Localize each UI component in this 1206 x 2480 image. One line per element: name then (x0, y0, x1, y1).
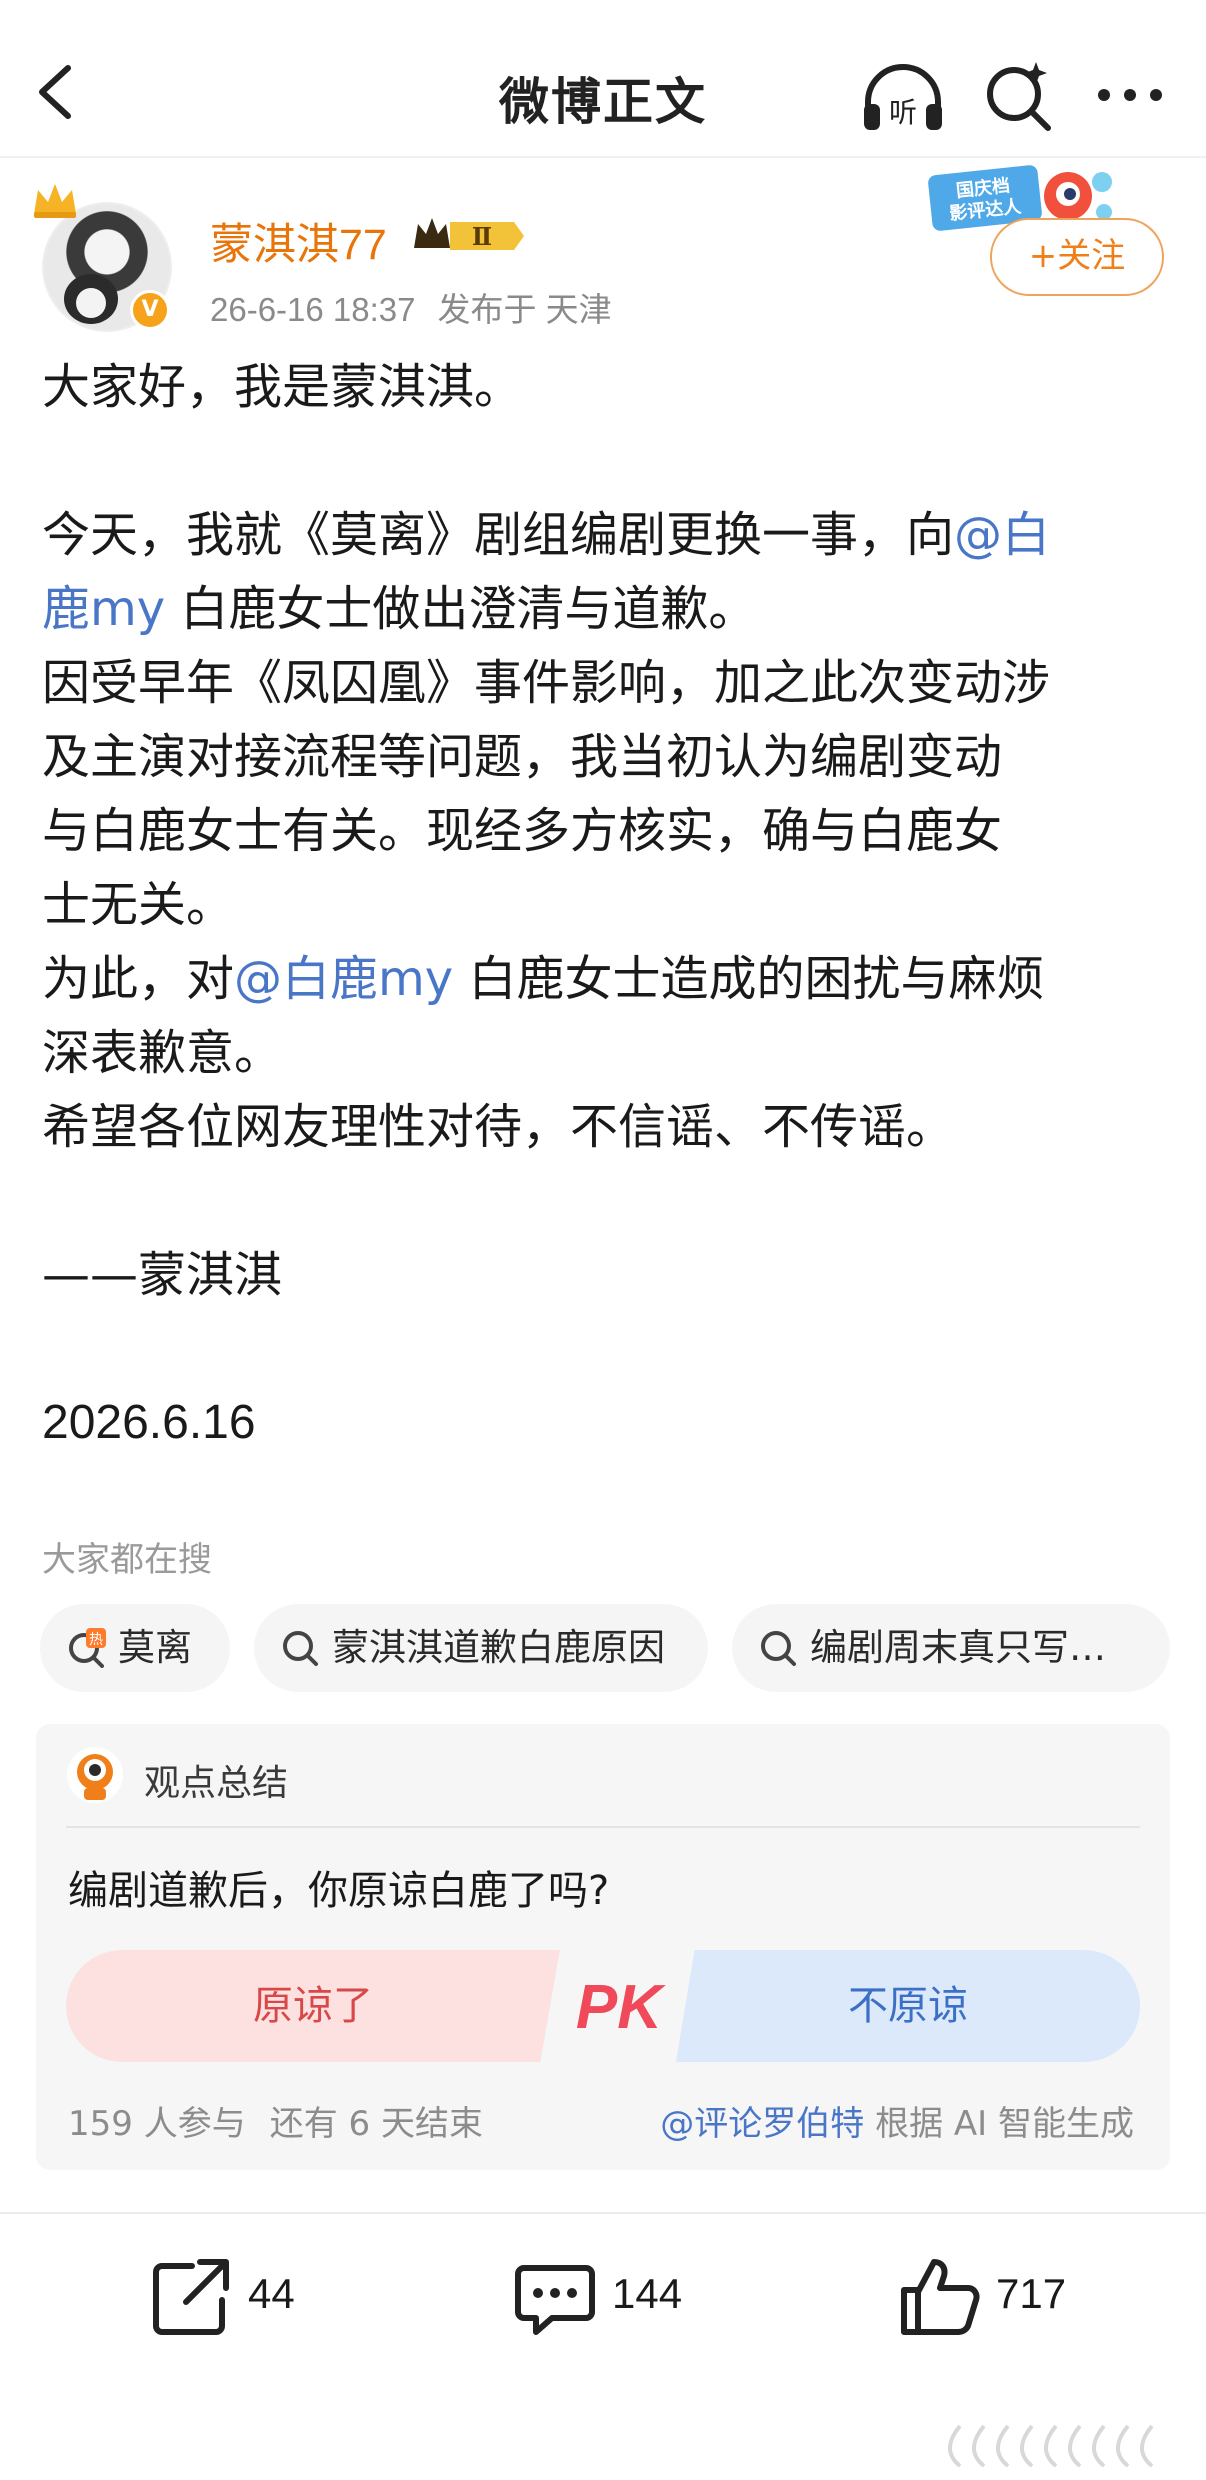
opinion-question: 编剧道歉后，你原谅白鹿了吗? (68, 1868, 610, 1914)
headphones-icon: 听 (864, 64, 942, 130)
divider (66, 1826, 1140, 1828)
vip-crown-badge: Ⅱ (414, 218, 524, 251)
post-paragraph: 大家好，我是蒙淇淇。 (42, 359, 523, 415)
thumbs-up-icon (901, 2259, 980, 2335)
source-mention-link[interactable]: @评论罗伯特 (660, 2104, 864, 2144)
pk-label: PK (576, 1973, 666, 2042)
hot-search-chip[interactable]: 编剧周末真只写… (732, 1604, 1170, 1692)
svg-text:热: 热 (89, 1632, 103, 1648)
chip-label: 编剧周末真只写… (810, 1626, 1106, 1669)
search-icon (283, 1631, 318, 1666)
hot-search-icon: 热 (69, 1628, 106, 1668)
vip-level: Ⅱ (472, 222, 492, 251)
opinion-stats: 159 人参与 还有 6 天结束 (68, 2096, 507, 2145)
post-paragraph: 为此，对@白鹿my 白鹿女士造成的困扰与麻烦 (42, 951, 1045, 1007)
mention-link[interactable]: @白 (954, 507, 1050, 563)
hot-search-chip[interactable]: 热 莫离 (40, 1604, 230, 1692)
post-paragraph: 与白鹿女士有关。现经多方核实，确与白鹿女 (42, 803, 1003, 859)
comment-button[interactable]: 144 (512, 2254, 712, 2344)
search-button[interactable] (978, 56, 1058, 136)
chip-label: 莫离 (118, 1626, 192, 1669)
crown-icon (34, 184, 76, 218)
post-date: 2026.6.16 (42, 1396, 256, 1449)
post-location: 发布于 天津 (437, 291, 612, 328)
post-content: 大家好，我是蒙淇淇。 今天，我就《莫离》剧组编剧更换一事，向@白 鹿my 白鹿女… (42, 350, 1172, 1460)
search-icon (987, 62, 1051, 131)
vote-forgive-button[interactable]: 原谅了 (66, 1950, 560, 2062)
top-nav-bar: 微博正文 听 (0, 0, 1206, 158)
like-button[interactable]: 717 (896, 2254, 1096, 2344)
watermark-logo (948, 2424, 1154, 2468)
post-timestamp: 26-6-16 18:37 (210, 291, 416, 328)
more-dots-icon (1098, 89, 1162, 101)
post-paragraph: 及主演对接流程等问题，我当初认为编剧变动 (42, 729, 1003, 785)
post-paragraph: 深表歉意。 (42, 1025, 283, 1081)
post-blank-line (42, 1312, 1172, 1386)
repost-count: 44 (248, 2270, 295, 2317)
mention-link[interactable]: 鹿my (42, 581, 165, 637)
comment-count: 144 (612, 2270, 683, 2317)
source-suffix: 根据 AI 智能生成 (875, 2104, 1134, 2144)
listen-button[interactable]: 听 (858, 58, 948, 138)
author-name[interactable]: 蒙淇淇77 (210, 210, 387, 272)
vote-not-forgive-button[interactable]: 不原谅 (676, 1950, 1140, 2062)
post-paragraph: 因受早年《凤囚凰》事件影响，加之此次变动涉 (42, 655, 1051, 711)
comment-icon (515, 2265, 595, 2335)
listen-label: 听 (889, 96, 917, 129)
post-signature: ——蒙淇淇 (42, 1247, 283, 1303)
hot-search-chip[interactable]: 蒙淇淇道歉白鹿原因 (254, 1604, 708, 1692)
post-meta: 26-6-16 18:37 发布于 天津 (210, 283, 634, 331)
divider (0, 2212, 1206, 2214)
participant-count: 159 人参与 (68, 2104, 246, 2144)
svg-text:PK: PK (576, 1973, 666, 2042)
more-button[interactable] (1090, 70, 1170, 120)
hot-search-chips: 热 莫离 蒙淇淇道歉白鹿原因 编剧周末真只写… (40, 1604, 1170, 1694)
opinion-title: 观点总结 (144, 1763, 289, 1804)
author-avatar-block[interactable]: V (30, 178, 180, 338)
repost-button[interactable]: 44 (148, 2254, 328, 2344)
post-paragraph: 士无关。 (42, 877, 235, 933)
post-paragraph: 希望各位网友理性对待，不信谣、不传谣。 (42, 1099, 955, 1155)
post-blank-line (42, 1164, 1172, 1238)
follow-button[interactable]: +关注 (990, 218, 1164, 296)
post-paragraph: 今天，我就《莫离》剧组编剧更换一事，向@白 (42, 507, 1051, 563)
share-icon (153, 2259, 229, 2335)
post-paragraph: 鹿my 白鹿女士做出澄清与道歉。 (42, 581, 757, 637)
search-icon (761, 1631, 796, 1666)
verified-badge: V (130, 290, 170, 330)
chip-label: 蒙淇淇道歉白鹿原因 (332, 1626, 665, 1669)
like-count: 717 (996, 2270, 1067, 2317)
mention-link[interactable]: @白鹿my (234, 951, 453, 1007)
opinion-source: @评论罗伯特 根据 AI 智能生成 (660, 2096, 1134, 2145)
post-blank-line (42, 424, 1172, 498)
hot-search-label: 大家都在搜 (42, 1540, 212, 1580)
robot-mascot-icon (67, 1747, 123, 1803)
opinion-summary-card: 观点总结 编剧道歉后，你原谅白鹿了吗? 原谅了 PK 不原谅 159 人参与 还有… (36, 1724, 1170, 2170)
time-remaining: 还有 6 天结束 (269, 2104, 483, 2144)
